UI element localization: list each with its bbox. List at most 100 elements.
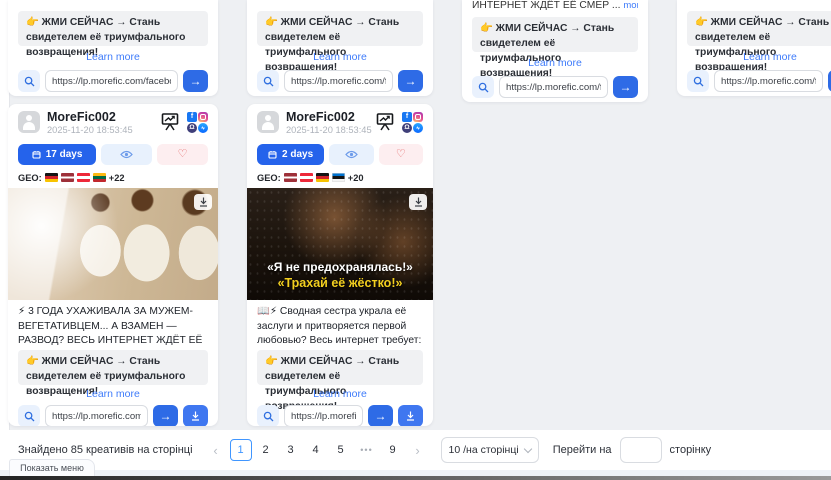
- geo-row: GEO: +20: [247, 172, 433, 183]
- facebook-icon: f: [402, 112, 412, 122]
- ad-quote-box: 👉 ЖМИ СЕЙЧАС → Стань свидетелем её триум…: [687, 11, 831, 46]
- arrow-right-icon: →: [375, 410, 387, 422]
- landing-url-input[interactable]: [714, 70, 823, 92]
- arrow-right-icon: →: [160, 410, 172, 422]
- instagram-icon: [198, 112, 208, 122]
- page-button-9[interactable]: 9: [382, 439, 404, 461]
- creative-card-partial: 👉 ЖМИ СЕЙЧАС → Стань свидетелем её триум…: [677, 0, 831, 96]
- ad-quote-box: 👉 ЖМИ СЕЙЧАС → Стань свидетелем её триум…: [257, 350, 423, 385]
- search-icon[interactable]: [257, 70, 279, 92]
- pager: ‹ 1 2 3 4 5 ••• 9 ›: [205, 438, 429, 462]
- landing-url-row: →: [18, 70, 208, 92]
- download-icon: [406, 411, 415, 421]
- card-header: MoreFic002 2025-11-20 18:53:45 f Ω: [8, 104, 218, 137]
- next-page-button[interactable]: ›: [407, 439, 429, 461]
- per-page-select[interactable]: 10 /на сторінці: [441, 437, 539, 463]
- goto-page-label: Перейти на: [553, 444, 612, 456]
- search-icon[interactable]: [18, 405, 40, 426]
- calendar-icon: [268, 150, 277, 159]
- prev-page-button[interactable]: ‹: [205, 439, 227, 461]
- favorite-button[interactable]: ♡: [379, 144, 423, 165]
- geo-label: GEO:: [18, 173, 42, 183]
- landing-url-input[interactable]: [45, 405, 148, 426]
- page-button-4[interactable]: 4: [305, 439, 327, 461]
- open-url-button[interactable]: →: [368, 405, 393, 426]
- active-days-button[interactable]: 2 days: [257, 144, 324, 165]
- pagination-bar: Знайдено 85 креативів на сторінці ‹ 1 2 …: [0, 430, 831, 470]
- ad-quote-box: 👉 ЖМИ СЕЙЧАС → Стань свидетелем её триум…: [472, 17, 638, 52]
- search-icon[interactable]: [18, 70, 40, 92]
- landing-url-input[interactable]: [284, 70, 393, 92]
- open-url-button[interactable]: →: [153, 405, 178, 426]
- creative-image[interactable]: «Я не предохранялась!» «Трахай её жёстко…: [247, 188, 433, 300]
- search-icon[interactable]: [687, 70, 709, 92]
- ad-quote-box: 👉 ЖМИ СЕЙЧАС → Стань свидетелем её триум…: [18, 350, 208, 385]
- lv-flag-icon: [61, 173, 74, 182]
- avatar: [18, 111, 40, 133]
- image-overlay-line2: «Трахай её жёстко!»: [247, 276, 433, 290]
- geo-row: GEO: +22: [8, 172, 218, 183]
- heart-icon: ♡: [396, 149, 406, 160]
- ad-body-text: ⚡ 3 ГОДА УХАЖИВАЛА ЗА МУЖЕМ-ВЕГЕТАТИВЦЕМ…: [8, 300, 218, 346]
- de-flag-icon: [45, 173, 58, 182]
- page-button-1[interactable]: 1: [230, 439, 252, 461]
- favorite-button[interactable]: ♡: [157, 144, 208, 165]
- views-button[interactable]: [101, 144, 152, 165]
- instagram-icon: [413, 112, 423, 122]
- search-icon[interactable]: [472, 76, 494, 98]
- page-button-3[interactable]: 3: [280, 439, 302, 461]
- download-creative-button[interactable]: [398, 405, 423, 426]
- calendar-icon: [32, 150, 41, 159]
- clipped-body-text: ИНТЕРНЕТ ЖДЁТ ЕЁ СМЕР ... more: [472, 0, 638, 11]
- show-menu-button[interactable]: Показать меню: [9, 459, 95, 476]
- landing-url-input[interactable]: [45, 70, 178, 92]
- ad-quote-box: 👉 ЖМИ СЕЙЧАС → Стань свидетелем её триум…: [18, 11, 208, 46]
- lt-flag-icon: [93, 173, 106, 182]
- geo-label: GEO:: [257, 173, 281, 183]
- ee-flag-icon: [332, 173, 345, 182]
- open-url-button[interactable]: →: [398, 70, 423, 92]
- geo-more-count[interactable]: +22: [109, 173, 125, 183]
- card-header: MoreFic002 2025-11-20 18:53:45 f Ω: [247, 104, 433, 137]
- download-creative-button[interactable]: [183, 405, 208, 426]
- page-button-2[interactable]: 2: [255, 439, 277, 461]
- creative-card: MoreFic002 2025-11-20 18:53:45 f Ω 17 da…: [8, 104, 218, 426]
- landing-url-input[interactable]: [499, 76, 608, 98]
- active-days-button[interactable]: 17 days: [18, 144, 96, 165]
- geo-flags: [284, 173, 345, 182]
- open-url-button[interactable]: →: [183, 70, 208, 92]
- messenger-icon: [198, 123, 208, 133]
- landing-url-input[interactable]: [284, 405, 363, 426]
- goto-page-suffix: сторінку: [670, 444, 712, 456]
- created-datetime: 2025-11-20 18:53:45: [286, 125, 374, 136]
- creative-image[interactable]: [8, 188, 218, 300]
- presentation-chart-icon: [374, 112, 396, 132]
- search-icon[interactable]: [257, 405, 279, 426]
- download-image-button[interactable]: [194, 194, 212, 210]
- at-flag-icon: [77, 173, 90, 182]
- platform-badges: f Ω: [402, 112, 423, 133]
- profile-name: MoreFic002: [47, 111, 159, 124]
- eye-icon: [345, 150, 358, 159]
- facebook-icon: f: [187, 112, 197, 122]
- goto-page-input[interactable]: [620, 437, 662, 463]
- geo-flags: [45, 173, 106, 182]
- image-overlay-line1: «Я не предохранялась!»: [247, 260, 433, 274]
- more-link[interactable]: more: [623, 0, 638, 11]
- presentation-chart-icon: [159, 112, 181, 132]
- card-actions: 17 days ♡: [8, 144, 218, 165]
- pages-ellipsis[interactable]: •••: [355, 438, 379, 462]
- download-image-button[interactable]: [409, 194, 427, 210]
- creative-card-partial: ИНТЕРНЕТ ЖДЁТ ЕЁ СМЕР ... more 👉 ЖМИ СЕЙ…: [462, 0, 648, 102]
- page-button-5[interactable]: 5: [330, 439, 352, 461]
- de-flag-icon: [316, 173, 329, 182]
- audience-network-icon: Ω: [187, 123, 197, 133]
- created-datetime: 2025-11-20 18:53:45: [47, 125, 159, 136]
- geo-more-count[interactable]: +20: [348, 173, 364, 183]
- open-url-button[interactable]: →: [613, 76, 638, 98]
- views-button[interactable]: [329, 144, 373, 165]
- arrow-right-icon: →: [190, 75, 202, 87]
- ad-quote-box: 👉 ЖМИ СЕЙЧАС → Стань свидетелем её триум…: [257, 11, 423, 46]
- download-icon: [199, 197, 208, 207]
- landing-url-row: →: [18, 405, 208, 426]
